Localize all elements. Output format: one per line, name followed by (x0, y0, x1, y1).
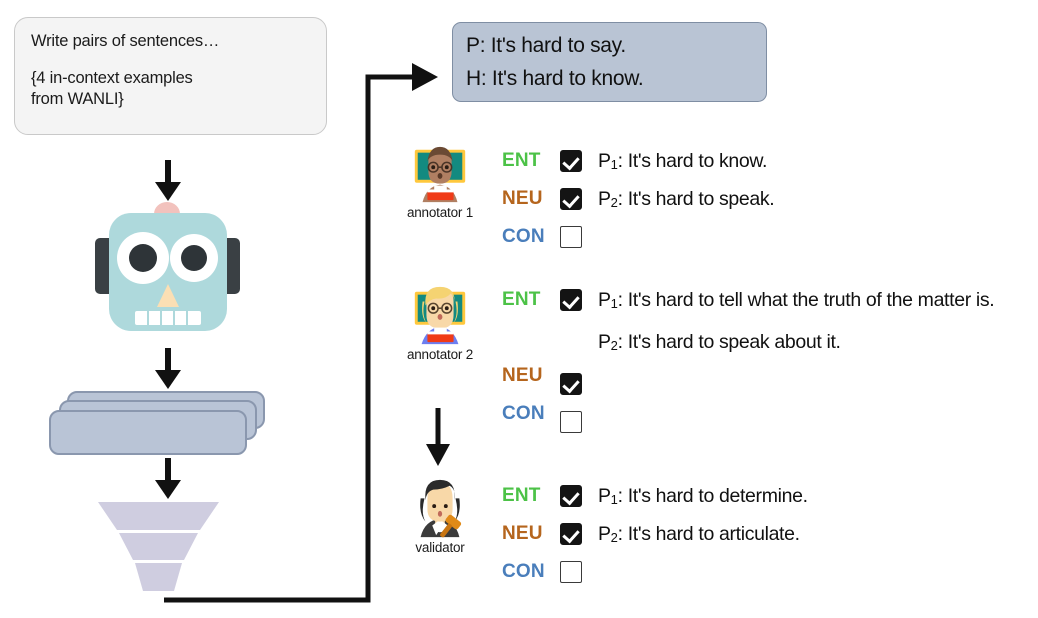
p-subscript: 1 (610, 492, 618, 507)
p-text: : It's hard to tell what the truth of th… (617, 289, 995, 311)
validator-sentence-1: P1: It's hard to determine. (598, 477, 808, 515)
validator-checkboxes (560, 477, 594, 591)
hypothesis-text: H: It's hard to know. (466, 67, 644, 90)
checkbox-neu-checked[interactable] (560, 523, 582, 545)
annotator-1-sentence-2: P2: It's hard to speak. (598, 180, 775, 218)
p-subscript: 2 (610, 338, 618, 353)
checkbox-row-ent[interactable] (560, 281, 594, 365)
checkbox-con-unchecked[interactable] (560, 226, 582, 248)
checkbox-row-ent[interactable] (560, 142, 594, 180)
validator-sentence-2: P2: It's hard to articulate. (598, 515, 808, 553)
checkbox-row-neu[interactable] (560, 180, 594, 218)
annotator-1-sentence-1: P1: It's hard to know. (598, 142, 774, 180)
teacher-man-icon (414, 146, 466, 203)
prompt-line-1: Write pairs of sentences… (31, 32, 220, 50)
p-prefix: P (598, 150, 611, 172)
label-con: CON (502, 561, 545, 582)
checkbox-con-unchecked[interactable] (560, 561, 582, 583)
annotator-2-role-label: annotator 2 (406, 347, 474, 362)
checkbox-ent-checked[interactable] (560, 150, 582, 172)
annotator-2-sentence-2: P2: It's hard to speak about it. (598, 323, 1038, 361)
validator-avatar-group: validator (402, 477, 478, 555)
p-text: : It's hard to speak. (617, 188, 775, 210)
annotator-2-avatar-group: annotator 2 (402, 284, 478, 362)
label-con: CON (502, 226, 545, 247)
annotator-2-labels: ENT NEU CON (502, 281, 560, 433)
annotator-2-checkboxes (560, 281, 594, 441)
p-subscript: 2 (610, 530, 618, 545)
validator-labels: ENT NEU CON (502, 477, 560, 591)
checkbox-row-con[interactable] (560, 403, 594, 441)
annotator-1-checkboxes (560, 142, 594, 256)
label-neu: NEU (502, 523, 543, 544)
annotator-1-role-label: annotator 1 (406, 205, 474, 220)
annotator-1-labels: ENT NEU CON (502, 142, 560, 256)
checkbox-con-unchecked[interactable] (560, 411, 582, 433)
checkbox-row-ent[interactable] (560, 477, 594, 515)
down-arrow-annotator2-to-validator-icon (426, 408, 450, 466)
p-text: : It's hard to speak about it. (617, 331, 841, 353)
p-text: : It's hard to determine. (617, 485, 808, 507)
p-prefix: P (598, 188, 611, 210)
p-subscript: 1 (610, 296, 618, 311)
checkbox-row-con[interactable] (560, 218, 594, 256)
p-prefix: P (598, 289, 611, 311)
teacher-woman-icon (414, 286, 466, 345)
checkbox-row-neu[interactable] (560, 515, 594, 553)
label-neu: NEU (502, 188, 543, 209)
label-con: CON (502, 403, 545, 424)
annotator-2-sentence-1: P1: It's hard to tell what the truth of … (598, 281, 1038, 323)
checkbox-neu-checked[interactable] (560, 373, 582, 395)
label-neu: NEU (502, 365, 543, 386)
p-subscript: 1 (610, 157, 618, 172)
validator-sentences: P1: It's hard to determine. P2: It's har… (598, 477, 808, 553)
annotator-1-sentences: P1: It's hard to know. P2: It's hard to … (598, 142, 775, 218)
validator-role-label: validator (415, 540, 465, 555)
checkbox-row-con[interactable] (560, 553, 594, 591)
p-prefix: P (598, 485, 611, 507)
label-ent: ENT (502, 150, 541, 171)
checkbox-row-neu[interactable] (560, 365, 594, 403)
judge-woman-icon (420, 479, 462, 538)
p-subscript: 2 (610, 195, 618, 210)
p-prefix: P (598, 331, 611, 353)
label-ent: ENT (502, 485, 541, 506)
checkbox-ent-checked[interactable] (560, 289, 582, 311)
example-pair-box: P: It's hard to say. H: It's hard to kno… (452, 22, 767, 102)
annotator-2-sentences: P1: It's hard to tell what the truth of … (598, 281, 1038, 361)
p-prefix: P (598, 523, 611, 545)
p-text: : It's hard to articulate. (617, 523, 800, 545)
checkbox-neu-checked[interactable] (560, 188, 582, 210)
checkbox-ent-checked[interactable] (560, 485, 582, 507)
annotator-1-avatar-group: annotator 1 (402, 142, 478, 220)
premise-text: P: It's hard to say. (466, 34, 626, 57)
label-ent: ENT (502, 289, 541, 310)
p-text: : It's hard to know. (617, 150, 768, 172)
